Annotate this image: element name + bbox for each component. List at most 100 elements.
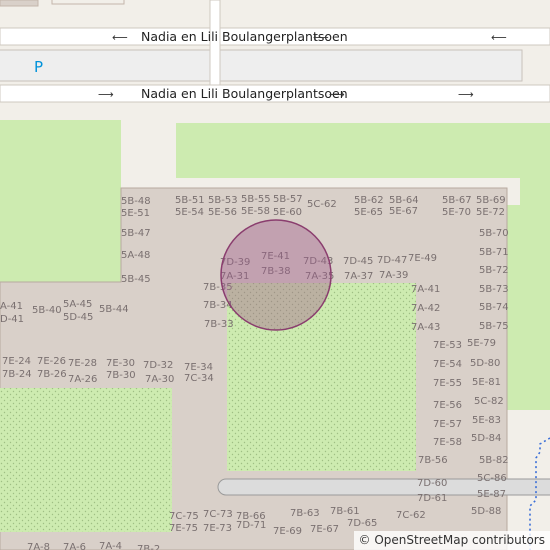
oneway-arrow-right-icon: ⟶ — [98, 88, 114, 101]
plot-label: 5B-53 — [208, 195, 238, 206]
plot-label: D-41 — [0, 314, 24, 325]
plot-label: 7E-26 — [37, 356, 66, 367]
plot-label: 7B-24 — [2, 369, 32, 380]
grass-area — [507, 205, 550, 410]
plot-label: 7D-71 — [236, 520, 266, 531]
oneway-arrow-left-icon: ⟵ — [313, 31, 329, 44]
plot-label: 7D-32 — [143, 360, 173, 371]
plot-label: 7D-65 — [347, 518, 377, 529]
plot-label: 5B-48 — [121, 196, 151, 207]
plot-label: 5D-45 — [63, 312, 93, 323]
plot-label: 5E-81 — [472, 377, 501, 388]
grass-area — [520, 178, 550, 205]
plot-label: 5E-79 — [467, 338, 496, 349]
inner-grass-plot — [0, 388, 172, 532]
plot-label: 7B-30 — [106, 370, 136, 381]
plot-label: 7D-45 — [343, 256, 373, 267]
plot-label: 5A-48 — [121, 250, 150, 261]
location-marker[interactable] — [220, 219, 332, 331]
plot-label: 5D-80 — [470, 358, 500, 369]
plot-label: 5E-58 — [241, 206, 270, 217]
plot-label: 7E-56 — [433, 400, 462, 411]
plot-label: 7B-56 — [418, 455, 448, 466]
plot-label: 7E-24 — [2, 356, 31, 367]
oneway-arrow-right-icon: ⟶ — [329, 88, 345, 101]
plot-label: 7C-34 — [184, 373, 214, 384]
plot-label: 7A-30 — [145, 374, 174, 385]
plot-label: 5B-51 — [175, 195, 205, 206]
attribution-text[interactable]: © OpenStreetMap contributors — [359, 533, 545, 547]
plot-label: 7E-67 — [310, 524, 339, 535]
plot-label: 7A-43 — [411, 322, 440, 333]
street-name-south: Nadia en Lili Boulangerplantsoen — [141, 86, 348, 101]
plot-label: 7A-39 — [379, 270, 408, 281]
plot-label: 5E-70 — [442, 207, 471, 218]
plot-label: 5B-82 — [479, 455, 509, 466]
plot-label: 5C-82 — [474, 396, 504, 407]
plot-label: 7E-73 — [203, 523, 232, 534]
plot-label: 5B-67 — [442, 195, 472, 206]
grass-area — [176, 123, 550, 178]
plot-label: 7D-47 — [377, 255, 407, 266]
parking-icon: P — [34, 58, 43, 76]
plot-label: 7A-42 — [411, 303, 440, 314]
plot-label: 7D-61 — [417, 493, 447, 504]
plot-label: 5B-45 — [121, 274, 151, 285]
plot-label: 7C-62 — [396, 510, 426, 521]
plot-label: 7E-55 — [433, 378, 462, 389]
plot-label: 7A-37 — [344, 271, 373, 282]
plot-label: 5B-74 — [479, 302, 509, 313]
plot-label: 7E-75 — [169, 523, 198, 534]
oneway-arrow-right-icon: ⟶ — [458, 88, 474, 101]
plot-label: 7B-26 — [37, 369, 67, 380]
plot-label: 5C-86 — [477, 473, 507, 484]
building — [0, 0, 39, 7]
plot-label: 5B-64 — [389, 195, 419, 206]
plot-label: 7E-53 — [433, 340, 462, 351]
plot-label: 5B-75 — [479, 321, 509, 332]
plot-label: 7E-54 — [433, 359, 462, 370]
plot-label: 7C-75 — [169, 511, 199, 522]
plot-label: 7A-6 — [63, 542, 86, 550]
plot-label: 5B-70 — [479, 228, 509, 239]
plot-label: 7A-26 — [68, 374, 97, 385]
plot-label: 5B-62 — [354, 195, 384, 206]
plot-label: 7D-60 — [417, 478, 447, 489]
plot-label: 5E-67 — [389, 206, 418, 217]
plot-label: 7E-49 — [408, 253, 437, 264]
oneway-arrow-left-icon: ⟵ — [112, 31, 128, 44]
map-attribution[interactable]: © OpenStreetMap contributors — [353, 531, 550, 550]
plot-label: 7E-28 — [68, 358, 97, 369]
plot-label: 5E-51 — [121, 208, 150, 219]
parking-area-west[interactable] — [0, 49, 214, 82]
parking-area-east[interactable] — [219, 49, 523, 82]
oneway-arrow-left-icon: ⟵ — [491, 31, 507, 44]
plot-label: 5E-60 — [273, 207, 302, 218]
plot-label: 5C-62 — [307, 199, 337, 210]
plot-label: 5E-54 — [175, 207, 204, 218]
plot-label: 5A-45 — [63, 299, 92, 310]
grass-area — [0, 120, 121, 282]
plot-label: 5B-71 — [479, 247, 509, 258]
building — [51, 0, 125, 5]
plot-label: 5B-40 — [32, 305, 62, 316]
plot-label: 7B-2 — [137, 544, 160, 550]
plot-label: 7B-63 — [290, 508, 320, 519]
plot-label: 7E-69 — [273, 526, 302, 537]
plot-label: 7B-61 — [330, 506, 360, 517]
plot-label: 7A-4 — [99, 541, 122, 550]
plot-label: 5E-83 — [472, 415, 501, 426]
plot-label: 5E-56 — [208, 207, 237, 218]
plot-label: 5B-57 — [273, 194, 303, 205]
plot-label: 7C-73 — [203, 509, 233, 520]
plot-label: 5B-44 — [99, 304, 129, 315]
plot-label: 7E-57 — [433, 419, 462, 430]
plot-label: 5E-65 — [354, 207, 383, 218]
plot-label: 5B-55 — [241, 194, 271, 205]
plot-label: 7E-30 — [106, 358, 135, 369]
plot-label: 5D-84 — [471, 433, 501, 444]
plot-label: 5B-72 — [479, 265, 509, 276]
plot-label: 7A-8 — [27, 542, 50, 550]
plot-label: 7E-58 — [433, 437, 462, 448]
map-canvas[interactable]: 5B-485E-51 5B-515E-54 5B-535E-56 5B-555E-58… — [0, 0, 550, 550]
